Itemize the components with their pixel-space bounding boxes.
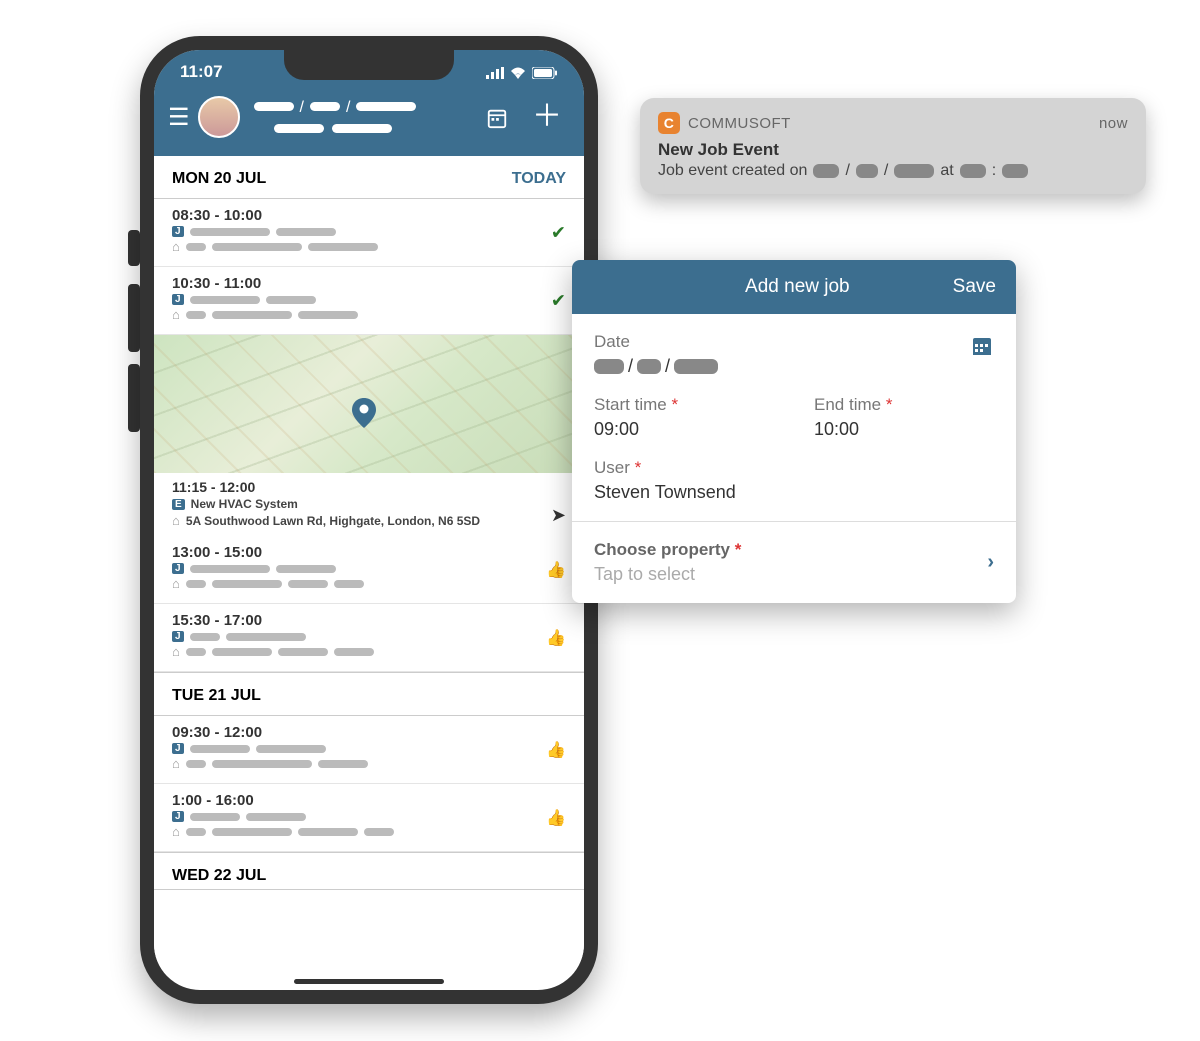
phone-mockup: 11:07 ☰ // ＋ MON 20 JUL TODAY bbox=[140, 36, 598, 1004]
end-time-field[interactable]: 10:00 bbox=[814, 419, 994, 440]
notification-app-name: COMMUSOFT bbox=[688, 115, 791, 132]
event-item[interactable]: 15:30 - 17:00 J ⌂ 👍️ bbox=[154, 604, 584, 672]
map-pin-icon bbox=[352, 396, 376, 429]
day-label: TUE 21 JUL bbox=[172, 687, 261, 705]
day-header-1: MON 20 JUL TODAY bbox=[154, 156, 584, 199]
event-time: 1:00 - 16:00 bbox=[172, 792, 566, 809]
event-item[interactable]: 09:30 - 12:00 J ⌂ 👍️ bbox=[154, 716, 584, 784]
job-badge-icon: J bbox=[172, 631, 184, 642]
event-time: 08:30 - 10:00 bbox=[172, 207, 566, 224]
thumbs-up-icon: 👍️ bbox=[546, 740, 566, 760]
property-field[interactable]: Tap to select bbox=[594, 564, 741, 585]
event-item[interactable]: 1:00 - 16:00 J ⌂ 👍️ bbox=[154, 784, 584, 852]
home-icon: ⌂ bbox=[172, 307, 180, 322]
event-time: 13:00 - 15:00 bbox=[172, 544, 566, 561]
thumbs-up-icon: 👍️ bbox=[546, 560, 566, 580]
end-time-label: End time bbox=[814, 395, 881, 414]
check-icon: ✔ bbox=[551, 290, 566, 311]
calendar-icon[interactable] bbox=[478, 104, 516, 130]
notification-title: New Job Event bbox=[658, 140, 1128, 160]
date-field[interactable]: // bbox=[594, 356, 718, 377]
job-badge-icon: J bbox=[172, 226, 184, 237]
schedule-list[interactable]: MON 20 JUL TODAY 08:30 - 10:00 J ⌂ ✔ 10:… bbox=[154, 156, 584, 976]
event-time: 09:30 - 12:00 bbox=[172, 724, 566, 741]
menu-icon[interactable]: ☰ bbox=[168, 103, 190, 132]
day-header-3: WED 22 JUL bbox=[154, 852, 584, 890]
avatar[interactable] bbox=[198, 96, 240, 138]
home-indicator[interactable] bbox=[294, 979, 444, 984]
event-item[interactable]: 13:00 - 15:00 J ⌂ 👍️ bbox=[154, 536, 584, 604]
notification-time: now bbox=[1099, 115, 1128, 132]
signal-icon bbox=[486, 62, 504, 82]
event-time: 15:30 - 17:00 bbox=[172, 612, 566, 629]
event-time: 10:30 - 11:00 bbox=[172, 275, 566, 292]
start-time-label: Start time bbox=[594, 395, 667, 414]
calendar-picker-icon[interactable] bbox=[970, 332, 994, 358]
check-icon: ✔ bbox=[551, 222, 566, 243]
event-item[interactable]: 10:30 - 11:00 J ⌂ ✔ bbox=[154, 267, 584, 335]
event-title: New HVAC System bbox=[191, 497, 298, 511]
home-icon: ⌂ bbox=[172, 239, 180, 254]
battery-icon bbox=[532, 62, 558, 82]
job-badge-icon: J bbox=[172, 294, 184, 305]
phone-notch bbox=[284, 50, 454, 80]
estimate-badge-icon: E bbox=[172, 499, 185, 510]
event-address: 5A Southwood Lawn Rd, Highgate, London, … bbox=[186, 514, 480, 528]
chevron-right-icon[interactable]: › bbox=[987, 551, 994, 574]
job-badge-icon: J bbox=[172, 811, 184, 822]
event-item[interactable]: 08:30 - 10:00 J ⌂ ✔ bbox=[154, 199, 584, 267]
today-label[interactable]: TODAY bbox=[512, 170, 566, 188]
map-preview[interactable] bbox=[154, 335, 584, 473]
date-label: Date bbox=[594, 332, 718, 352]
save-button[interactable]: Save bbox=[953, 276, 996, 298]
thumbs-up-icon: 👍️ bbox=[546, 628, 566, 648]
header-title-redacted: // bbox=[254, 99, 470, 136]
day-label: WED 22 JUL bbox=[172, 867, 266, 885]
add-job-modal: Add new job Save Date // Start time * 09… bbox=[572, 260, 1016, 603]
user-field[interactable]: Steven Townsend bbox=[594, 482, 994, 503]
day-header-2: TUE 21 JUL bbox=[154, 672, 584, 716]
thumbs-up-icon: 👍️ bbox=[546, 808, 566, 828]
job-badge-icon: J bbox=[172, 743, 184, 754]
status-icons bbox=[486, 62, 558, 82]
notification-body: Job event created on // at : bbox=[658, 162, 1128, 180]
wifi-icon bbox=[510, 62, 526, 82]
user-label: User bbox=[594, 458, 630, 477]
push-notification[interactable]: C COMMUSOFT now New Job Event Job event … bbox=[640, 98, 1146, 194]
home-icon: ⌂ bbox=[172, 756, 180, 771]
home-icon: ⌂ bbox=[172, 824, 180, 839]
app-header: ☰ // ＋ bbox=[154, 88, 584, 156]
day-label: MON 20 JUL bbox=[172, 170, 266, 188]
home-icon: ⌂ bbox=[172, 644, 180, 659]
modal-title: Add new job bbox=[745, 276, 850, 298]
navigate-icon[interactable]: ➤ bbox=[551, 505, 566, 526]
event-time: 11:15 - 12:00 bbox=[172, 479, 566, 495]
property-label: Choose property bbox=[594, 540, 730, 559]
start-time-field[interactable]: 09:00 bbox=[594, 419, 774, 440]
job-badge-icon: J bbox=[172, 563, 184, 574]
event-item-expanded[interactable]: 11:15 - 12:00 E New HVAC System ⌂ 5A South… bbox=[154, 473, 584, 536]
home-icon: ⌂ bbox=[172, 513, 180, 528]
app-logo-icon: C bbox=[658, 112, 680, 134]
status-time: 11:07 bbox=[180, 62, 223, 82]
home-icon: ⌂ bbox=[172, 576, 180, 591]
